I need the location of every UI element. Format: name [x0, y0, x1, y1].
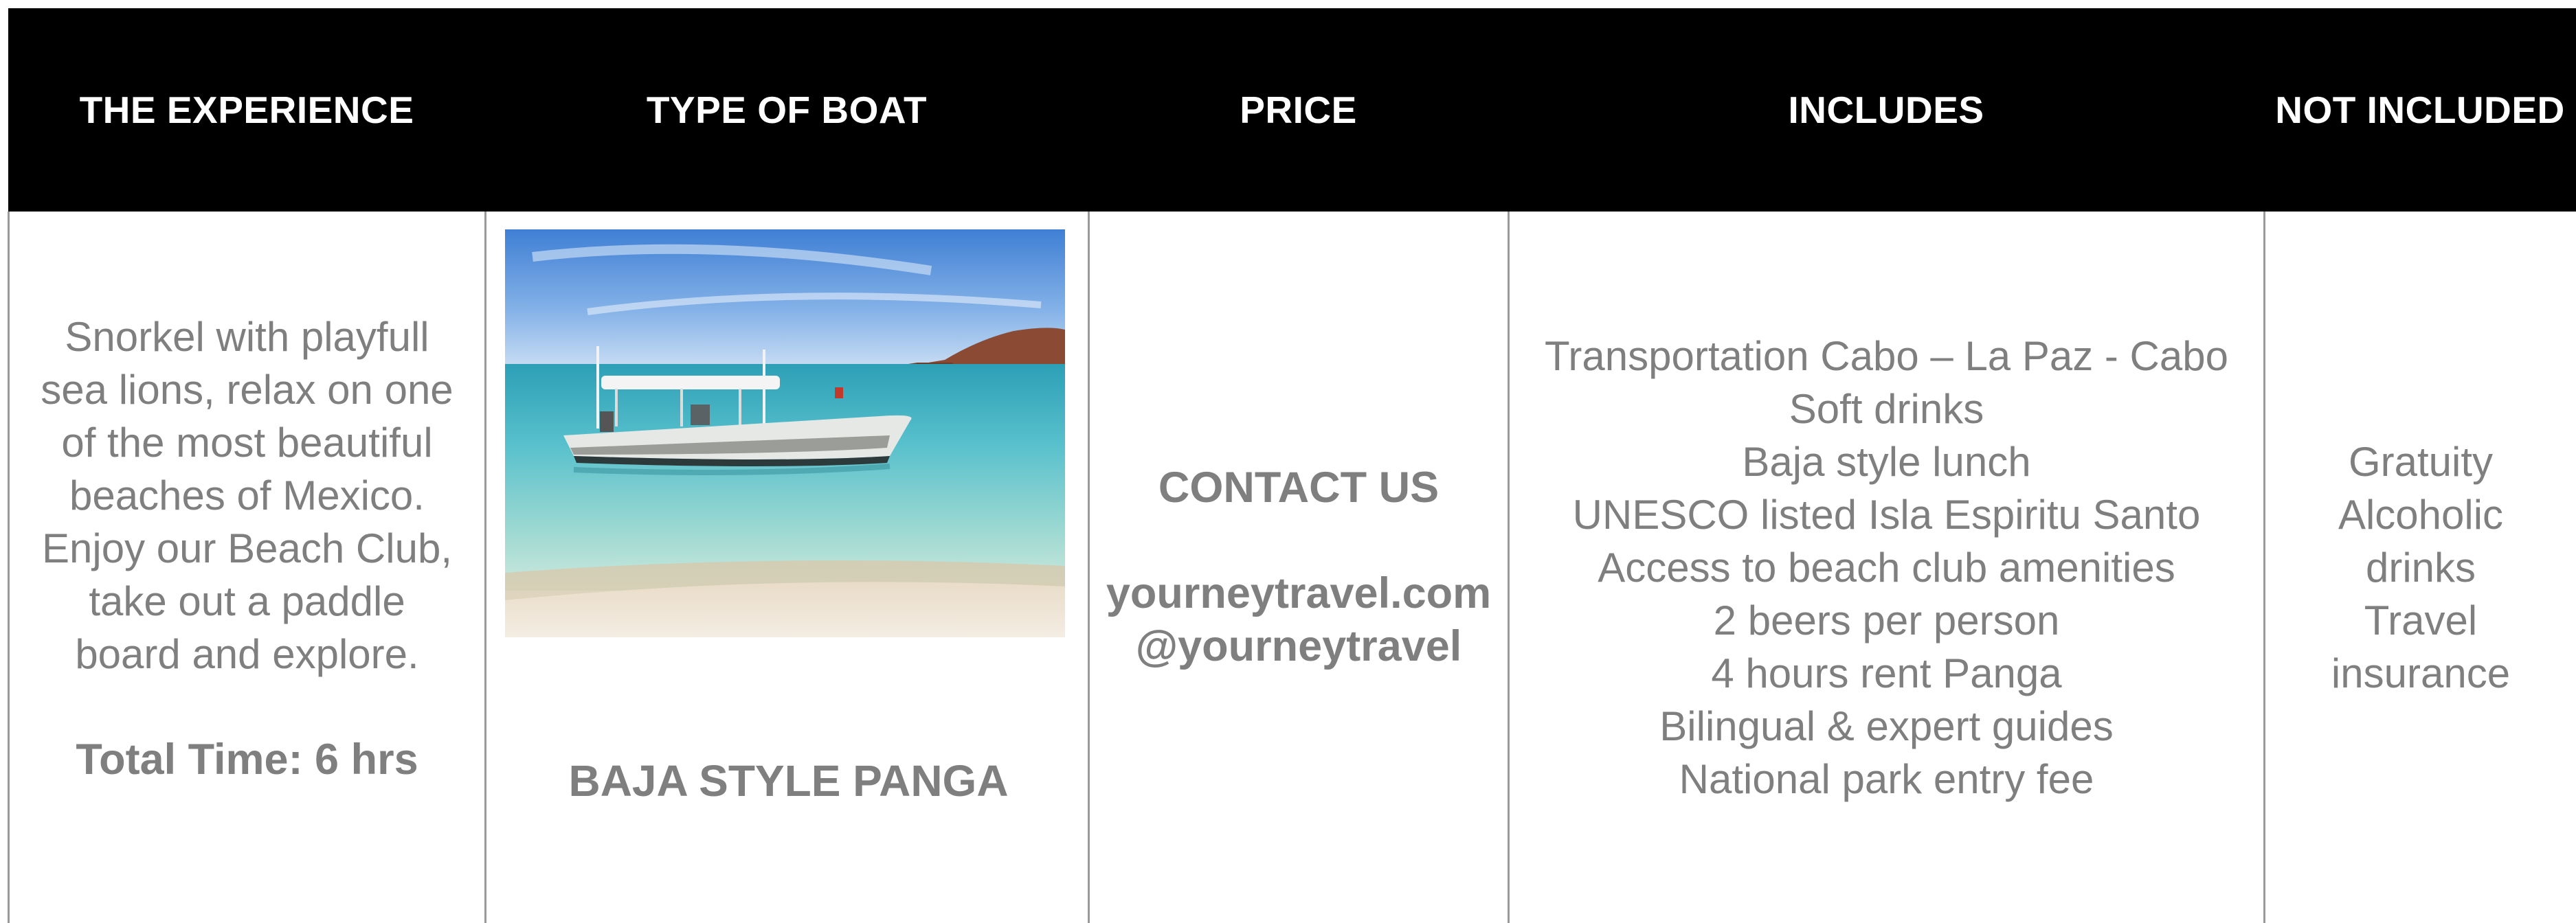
includes-item: UNESCO listed Isla Espiritu Santo [1572, 491, 2201, 538]
experience-line: Snorkel with playfull [65, 314, 429, 360]
experience-line: take out a paddle [89, 578, 405, 624]
includes-item: 2 beers per person [1713, 597, 2060, 643]
experience-line: beaches of Mexico. [69, 472, 425, 519]
boat-photo [505, 229, 1065, 637]
includes-item: Access to beach club amenities [1598, 544, 2175, 591]
header-price: PRICE [1240, 89, 1357, 131]
includes-item: National park entry fee [1679, 755, 2094, 802]
experience-cell: Snorkel with playfull sea lions, relax o… [10, 212, 484, 923]
not-included-item: insurance [2331, 650, 2511, 696]
contact-us-label: CONTACT US [1158, 464, 1440, 512]
not-included-item: Alcoholic [2338, 491, 2504, 538]
header-experience: THE EXPERIENCE [79, 89, 414, 131]
social-handle[interactable]: @yourneytravel [1136, 620, 1462, 673]
boat-type-label: BAJA STYLE PANGA [568, 756, 1009, 806]
header-not-included: NOT INCLUDED [2275, 89, 2565, 131]
includes-item: Transportation Cabo – La Paz - Cabo [1544, 332, 2228, 379]
includes-cell: Transportation Cabo – La Paz - Cabo Soft… [1510, 212, 2263, 923]
not-included-item: drinks [2365, 544, 2476, 591]
header-includes: INCLUDES [1788, 89, 1984, 131]
not-included-item: Travel [2364, 597, 2478, 643]
experience-line: Enjoy our Beach Club, [41, 525, 452, 571]
experience-line: board and explore. [75, 631, 419, 677]
includes-item: 4 hours rent Panga [1711, 650, 2062, 696]
includes-item: Baja style lunch [1742, 438, 2031, 485]
price-cell: CONTACT US yourneytravel.com @yourneytra… [1090, 212, 1508, 923]
includes-item: Bilingual & expert guides [1659, 703, 2114, 749]
not-included-item: Gratuity [2348, 438, 2494, 485]
includes-item: Soft drinks [1789, 385, 1984, 432]
experience-line: of the most beautiful [61, 420, 433, 466]
column-divider [484, 212, 486, 923]
experience-line: sea lions, relax on one [41, 367, 453, 413]
header-type-of-boat: TYPE OF BOAT [646, 89, 928, 131]
total-time: Total Time: 6 hrs [76, 736, 418, 784]
not-included-cell: Gratuity Alcoholic drinks Travel insuran… [2265, 212, 2576, 923]
website-link[interactable]: yourneytravel.com [1106, 567, 1491, 620]
